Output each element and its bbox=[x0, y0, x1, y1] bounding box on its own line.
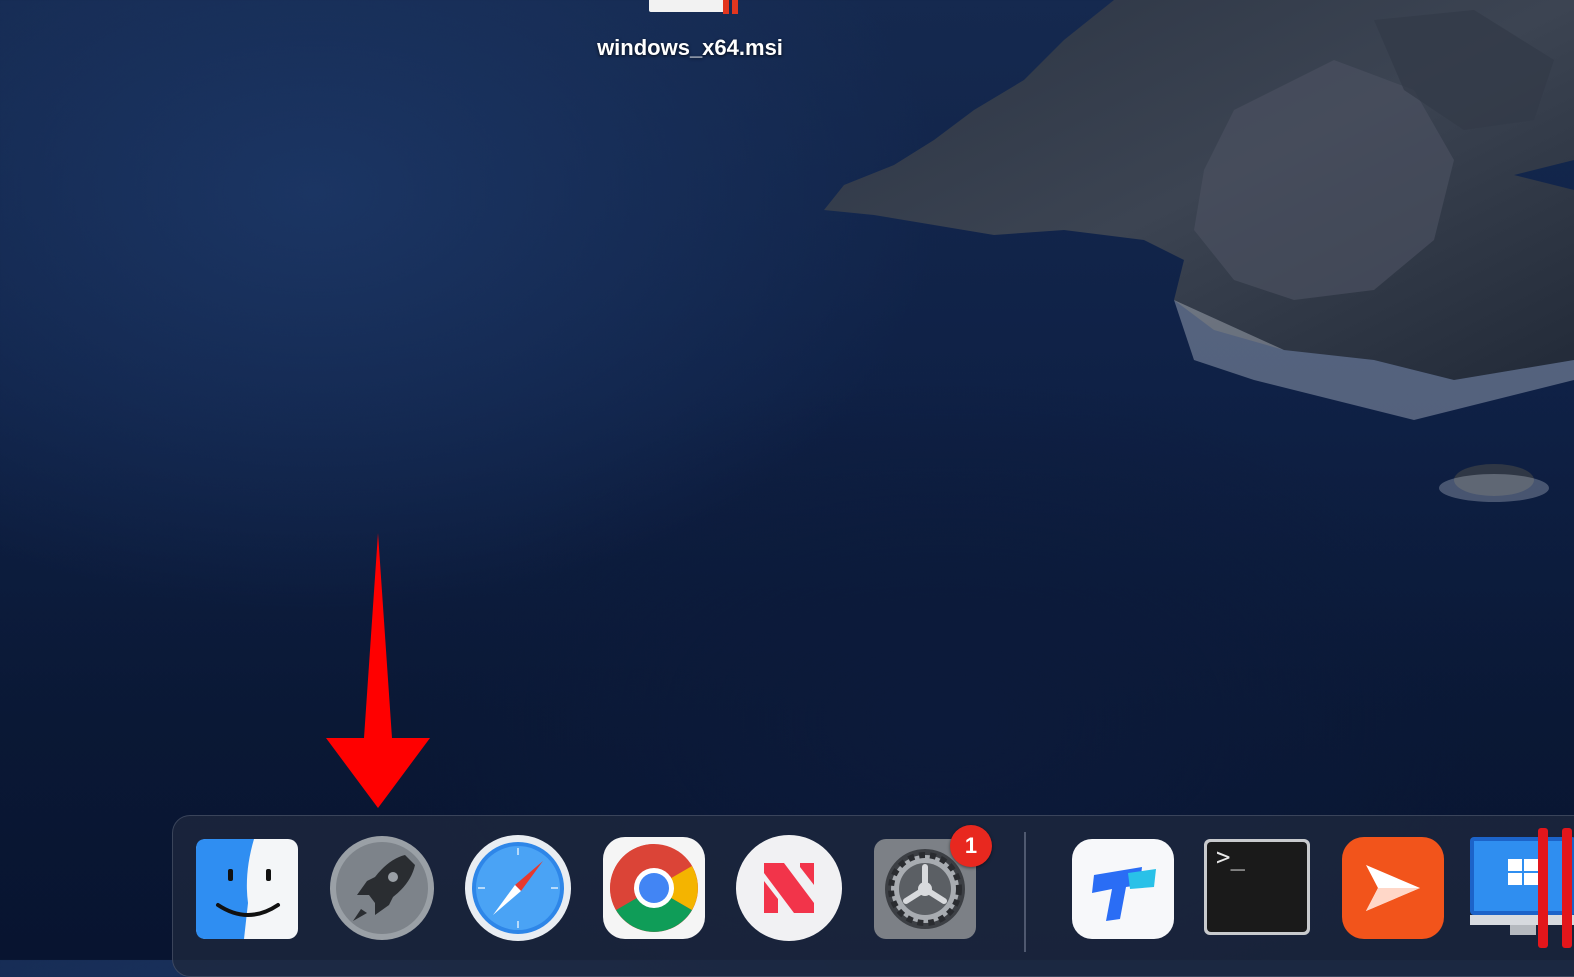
launchpad-rocket-icon bbox=[330, 836, 434, 940]
dock-item-safari[interactable] bbox=[463, 833, 573, 943]
news-icon bbox=[736, 835, 842, 941]
dock-item-launchpad[interactable] bbox=[327, 833, 437, 943]
dock-item-windows-desktop[interactable] bbox=[1468, 833, 1574, 943]
dock-item-terminal[interactable]: >_ bbox=[1202, 833, 1312, 943]
safari-compass-icon bbox=[465, 835, 571, 941]
todesk-icon bbox=[1072, 839, 1174, 939]
windows-monitor-icon bbox=[1470, 837, 1574, 935]
file-thumbnail-icon bbox=[649, 0, 729, 12]
file-thumbnail-stripe bbox=[732, 0, 738, 14]
dock-item-infuse[interactable] bbox=[1338, 833, 1448, 943]
dock-item-news[interactable] bbox=[734, 833, 844, 943]
terminal-prompt-text: >_ bbox=[1216, 843, 1245, 871]
notification-badge: 1 bbox=[950, 825, 992, 867]
annotation-marker bbox=[1538, 828, 1548, 948]
desktop-file-label: windows_x64.msi bbox=[597, 35, 783, 60]
chrome-icon bbox=[603, 837, 705, 939]
annotation-marker bbox=[1562, 828, 1572, 948]
file-thumbnail-stripe bbox=[723, 0, 729, 14]
finder-icon bbox=[196, 839, 298, 939]
desktop-file-windows-msi[interactable]: windows_x64.msi bbox=[560, 0, 820, 70]
dock-item-chrome[interactable] bbox=[599, 833, 709, 943]
annotation-arrow-icon bbox=[326, 533, 430, 808]
dock-separator bbox=[1024, 832, 1026, 952]
dock-item-system-preferences[interactable]: 1 bbox=[870, 825, 992, 943]
dock-item-finder[interactable] bbox=[192, 833, 302, 943]
coastline-rocks bbox=[824, 0, 1574, 502]
infuse-icon bbox=[1342, 837, 1444, 939]
dock-item-todesk[interactable] bbox=[1068, 833, 1178, 943]
